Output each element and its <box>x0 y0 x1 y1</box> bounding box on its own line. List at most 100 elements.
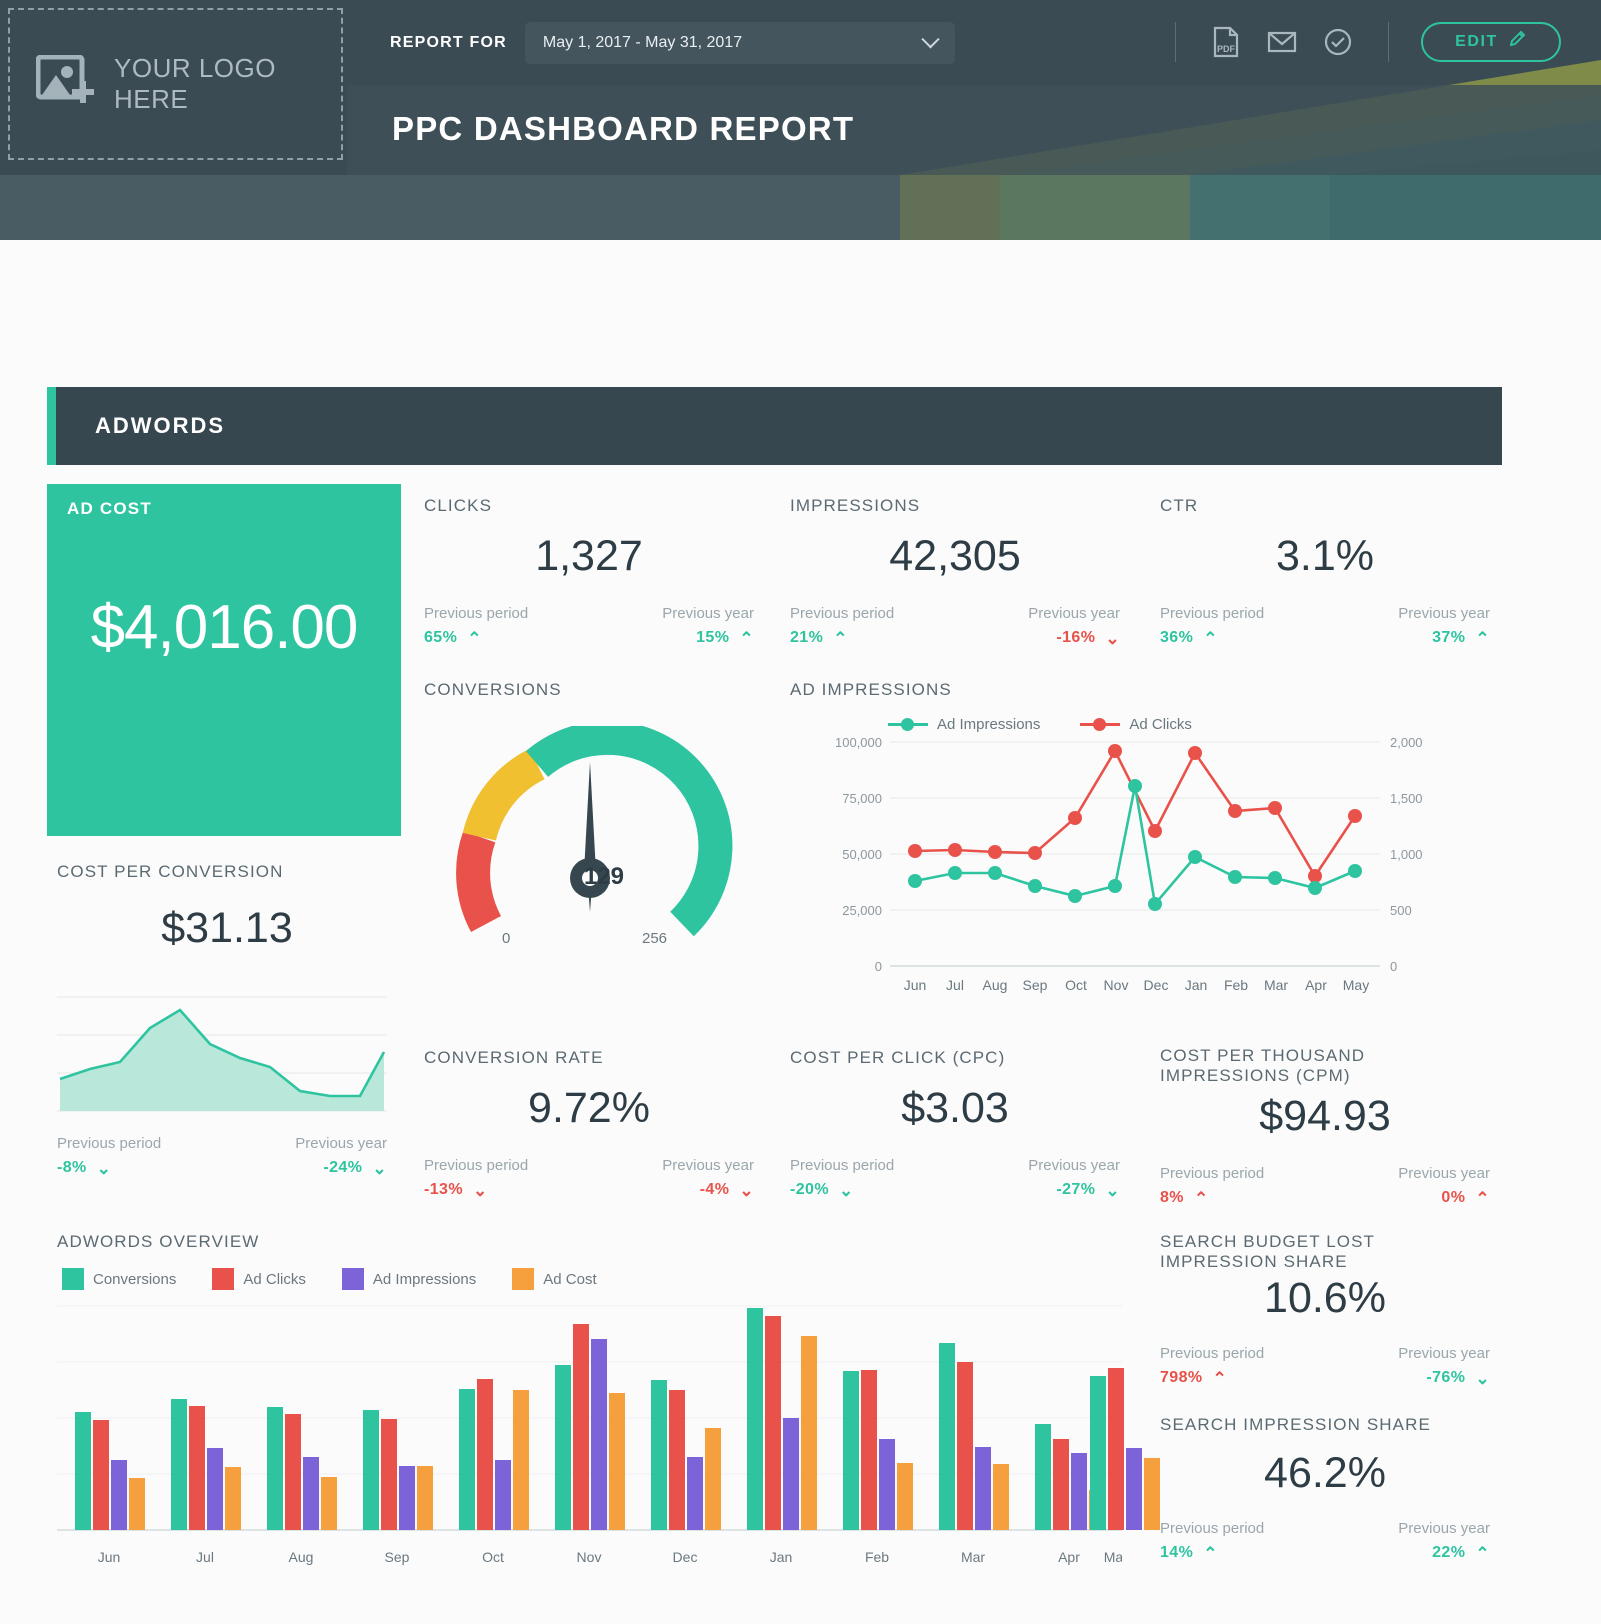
svg-text:Aug: Aug <box>983 977 1008 993</box>
search-impression-share-kpi: SEARCH IMPRESSION SHARE 46.2% Previous p… <box>1160 1415 1490 1562</box>
comparison-value: 0% <box>1441 1189 1466 1206</box>
gauge-svg <box>456 726 733 937</box>
comparison-label: Previous year <box>662 605 754 622</box>
ctr-label: CTR <box>1160 496 1199 515</box>
impressions-label: IMPRESSIONS <box>790 496 921 515</box>
svg-text:Sep: Sep <box>1023 977 1048 993</box>
divider <box>1175 22 1176 62</box>
comparison-value: 15% <box>696 629 730 646</box>
ctr-kpi: CTR 3.1% Previous period 36% ⌃ Previous … <box>1160 496 1490 647</box>
comparison-label: Previous year <box>1028 1157 1120 1174</box>
comparison-label: Previous period <box>790 605 895 622</box>
cost-per-conversion-block: COST PER CONVERSION $31.13 <box>57 862 397 953</box>
pdf-icon[interactable]: PDF <box>1211 26 1241 58</box>
search-impression-share-label: SEARCH IMPRESSION SHARE <box>1160 1415 1431 1434</box>
svg-text:Oct: Oct <box>1065 977 1087 993</box>
email-icon[interactable] <box>1267 26 1297 58</box>
legend-swatch <box>212 1268 235 1290</box>
ad-cost-value: $4,016.00 <box>90 593 359 662</box>
arrow-up-icon: ⌃ <box>739 628 754 648</box>
comparison-value-wrap: -24% ⌄ <box>222 1159 387 1177</box>
arrow-down-icon: ⌄ <box>1475 1368 1490 1388</box>
comparison-value-wrap: 36% ⌃ <box>1160 629 1325 647</box>
comparison-label: Previous period <box>1160 1165 1265 1182</box>
comparison-previous-period: Previous period 21% ⌃ <box>790 605 955 647</box>
comparison-label: Previous period <box>1160 1520 1265 1537</box>
report-period-controls: REPORT FOR May 1, 2017 - May 31, 2017 <box>390 22 955 64</box>
svg-text:Nov: Nov <box>577 1549 602 1565</box>
comparison-value: 22% <box>1432 1544 1466 1561</box>
cost-per-conversion-value: $31.13 <box>161 904 293 952</box>
arrow-down-icon: ⌄ <box>96 1158 112 1178</box>
adwords-overview-title: ADWORDS OVERVIEW <box>57 1232 259 1252</box>
comparison-value-wrap: 65% ⌃ <box>424 629 589 647</box>
comparison-value: -8% <box>57 1159 87 1176</box>
cost-per-conversion-label: COST PER CONVERSION <box>57 862 284 881</box>
svg-text:50,000: 50,000 <box>842 847 882 862</box>
comparison-previous-year: Previous year 15% ⌃ <box>589 605 754 647</box>
conversion-rate-value: 9.72% <box>528 1084 650 1132</box>
svg-text:Mar: Mar <box>1264 977 1288 993</box>
edit-button[interactable]: EDIT <box>1421 22 1561 62</box>
svg-text:2,000: 2,000 <box>1390 735 1423 750</box>
legend-item-conversions[interactable]: Conversions <box>62 1268 176 1290</box>
cpm-comparisons: Previous period 8% ⌃ Previous year 0% ⌃ <box>1160 1165 1490 1207</box>
bar-chart-svg: Jun Jul Aug Sep Oct Nov Dec Jan Feb Mar … <box>57 1305 1165 1565</box>
bar-chart-may <box>1090 1368 1160 1530</box>
comparison-previous-period: Previous period 14% ⌃ <box>1160 1520 1325 1562</box>
comparison-value-wrap: 37% ⌃ <box>1325 629 1490 647</box>
svg-text:1,500: 1,500 <box>1390 791 1423 806</box>
comparison-value-wrap: 21% ⌃ <box>790 629 955 647</box>
svg-text:Nov: Nov <box>1104 977 1129 993</box>
comparison-previous-period: Previous period 798% ⌃ <box>1160 1345 1325 1387</box>
arrow-down-icon: ⌄ <box>1105 1180 1120 1200</box>
conversion-rate-kpi: CONVERSION RATE 9.72% Previous period -1… <box>424 1048 754 1199</box>
comparison-value: -16% <box>1056 629 1096 646</box>
legend-item-ad-clicks[interactable]: Ad Clicks <box>212 1268 306 1290</box>
cpm-value: $94.93 <box>1259 1092 1391 1140</box>
comparison-label: Previous period <box>424 1157 529 1174</box>
adwords-overview-legend: Conversions Ad Clicks Ad Impressions Ad … <box>62 1268 597 1290</box>
comparison-value: 21% <box>790 629 824 646</box>
svg-text:Jun: Jun <box>98 1549 121 1565</box>
ad-impressions-chart-title: AD IMPRESSIONS <box>790 680 952 700</box>
comparison-value-wrap: 798% ⌃ <box>1160 1369 1325 1387</box>
comparison-label: Previous year <box>1398 1520 1490 1537</box>
header-actions: PDF EDIT <box>1153 22 1561 62</box>
comparison-value: -24% <box>323 1159 363 1176</box>
logo-placeholder[interactable]: YOUR LOGO HERE <box>8 8 343 160</box>
comparison-previous-year: Previous year 0% ⌃ <box>1325 1165 1490 1207</box>
logo-text-line2: HERE <box>114 84 189 114</box>
pencil-icon <box>1508 30 1527 54</box>
report-for-label: REPORT FOR <box>390 34 507 51</box>
cost-per-click-value: $3.03 <box>901 1084 1009 1132</box>
arrow-up-icon: ⌃ <box>1475 1543 1490 1563</box>
gauge-value: 129 <box>583 863 625 890</box>
comparison-previous-period: Previous period -8% ⌄ <box>57 1135 222 1177</box>
date-range-value: May 1, 2017 - May 31, 2017 <box>542 34 743 51</box>
arrow-up-icon: ⌃ <box>467 628 482 648</box>
comparison-previous-year: Previous year -16% ⌄ <box>955 605 1120 647</box>
cost-per-click-label: COST PER CLICK (CPC) <box>790 1048 1006 1067</box>
comparison-value: 36% <box>1160 629 1194 646</box>
comparison-label: Previous period <box>1160 1345 1265 1362</box>
legend-item-ad-cost[interactable]: Ad Cost <box>512 1268 597 1290</box>
svg-text:Sep: Sep <box>385 1549 410 1565</box>
comparison-value: -4% <box>699 1181 730 1198</box>
arrow-up-icon: ⌃ <box>1475 628 1490 648</box>
search-impression-share-value: 46.2% <box>1264 1449 1386 1497</box>
legend-item-ad-impressions[interactable]: Ad Impressions <box>341 1268 476 1290</box>
adwords-overview-may-cluster <box>1090 1300 1170 1545</box>
schedule-icon[interactable] <box>1323 26 1353 58</box>
svg-text:Oct: Oct <box>482 1549 504 1565</box>
cpm-kpi: COST PER THOUSAND IMPRESSIONS (CPM) $94.… <box>1160 1046 1490 1207</box>
app-header: YOUR LOGO HERE REPORT FOR May 1, 2017 - … <box>0 0 1601 240</box>
search-impression-share-comparisons: Previous period 14% ⌃ Previous year 22% … <box>1160 1520 1490 1562</box>
arrow-down-icon: ⌄ <box>838 1180 854 1200</box>
comparison-previous-period: Previous period 36% ⌃ <box>1160 605 1325 647</box>
comparison-value-wrap: 8% ⌃ <box>1160 1189 1325 1207</box>
svg-text:0: 0 <box>1390 959 1397 974</box>
date-range-select[interactable]: May 1, 2017 - May 31, 2017 <box>524 22 955 64</box>
ad-impressions-chart: 100,000 75,000 50,000 25,000 0 2,000 1,5… <box>790 726 1490 1001</box>
comparison-previous-year: Previous year -24% ⌄ <box>222 1135 387 1177</box>
